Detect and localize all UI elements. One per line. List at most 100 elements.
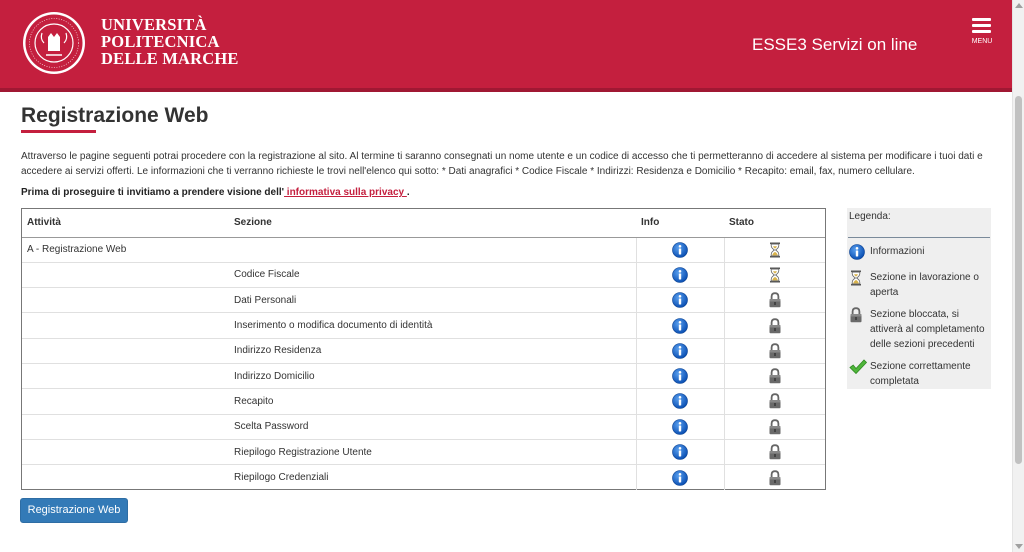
table-row: Dati Personali (22, 287, 825, 313)
university-name-logo[interactable]: UNIVERSITÀ POLITECNICA DELLE MARCHE (101, 16, 239, 67)
cell-info (635, 464, 724, 490)
cell-stato (723, 413, 825, 440)
header-sezione: Sezione (229, 209, 636, 238)
lock-icon (768, 343, 782, 359)
cell-attivita (22, 388, 229, 415)
cell-sezione: Recapito (229, 388, 636, 415)
cell-stato (723, 362, 825, 389)
cell-info (635, 413, 724, 440)
service-title: ESSE3 Servizi on line (752, 35, 918, 54)
privacy-notice: Prima di proseguire ti invitiamo a prend… (21, 187, 410, 198)
privacy-link[interactable]: informativa sulla privacy (284, 187, 407, 198)
cell-stato (723, 464, 825, 490)
university-seal-logo[interactable] (22, 11, 86, 75)
legend-item-text: Sezione correttamente completata (870, 361, 971, 387)
info-icon[interactable] (672, 444, 688, 460)
info-icon[interactable] (672, 368, 688, 384)
legend-item-text: Sezione bloccata, si attiverà al complet… (870, 309, 985, 350)
cell-attivita (22, 464, 229, 490)
header-info: Info (636, 209, 724, 238)
cell-sezione: Indirizzo Residenza (229, 337, 636, 364)
cell-info (635, 438, 724, 465)
privacy-suffix: . (406, 187, 410, 198)
cell-sezione: Riepilogo Registrazione Utente (229, 438, 636, 465)
cell-sezione (229, 236, 636, 263)
cell-attivita (22, 362, 229, 389)
cell-sezione: Codice Fiscale (229, 261, 636, 288)
hamburger-icon-bar (972, 30, 991, 33)
logo-line-3: DELLE MARCHE (101, 49, 239, 68)
site-header: UNIVERSITÀ POLITECNICA DELLE MARCHE ESSE… (0, 0, 1012, 92)
table-row: Indirizzo Domicilio (22, 362, 825, 389)
cell-stato (723, 261, 825, 288)
cell-info (635, 388, 724, 415)
cell-attivita (22, 261, 229, 288)
lock-icon (768, 393, 782, 409)
table-body: A - Registrazione Web Codice Fiscale Dati … (22, 236, 825, 490)
registration-table: Attività Sezione Info Stato A - Registra… (21, 208, 826, 490)
info-icon[interactable] (672, 343, 688, 359)
table-row: Inserimento o modifica documento di iden… (22, 312, 825, 339)
cell-sezione: Inserimento o modifica documento di iden… (229, 312, 636, 339)
hourglass-icon (768, 242, 782, 258)
vertical-scrollbar[interactable] (1012, 0, 1024, 552)
cell-stato (723, 236, 825, 263)
legend-title: Legenda: (848, 210, 990, 238)
table-row: Codice Fiscale (22, 261, 825, 288)
cell-attivita (22, 287, 229, 313)
info-icon[interactable] (672, 267, 688, 283)
privacy-prefix: Prima di proseguire ti invitiamo a prend… (21, 187, 285, 198)
table-row: A - Registrazione Web (22, 236, 825, 263)
table-row: Recapito (22, 388, 825, 415)
cell-stato (723, 438, 825, 465)
registration-web-button[interactable]: Registrazione Web (20, 498, 128, 523)
menu-label: MENU (971, 38, 993, 45)
cell-stato (723, 312, 825, 339)
info-icon[interactable] (672, 241, 688, 258)
hourglass-icon (768, 267, 782, 283)
hamburger-icon-bar (972, 24, 991, 27)
scrollbar-thumb[interactable] (1015, 96, 1022, 464)
logo-line-1: UNIVERSITÀ (101, 15, 207, 34)
cell-stato (723, 287, 825, 313)
hamburger-icon (972, 18, 991, 21)
info-icon[interactable] (672, 393, 688, 410)
info-icon[interactable] (672, 469, 688, 486)
menu-button[interactable]: MENU (968, 16, 996, 48)
legend-panel: Legenda: Informazioni Sezione in lavorazi… (847, 208, 991, 389)
cell-sezione: Riepilogo Credenziali (229, 464, 636, 490)
info-icon[interactable] (672, 292, 688, 309)
cell-sezione: Dati Personali (229, 287, 636, 313)
table-header-row: Attività Sezione Info Stato (22, 209, 825, 238)
table-row: Scelta Password (22, 413, 825, 440)
lock-icon (768, 469, 782, 486)
cell-info (635, 261, 724, 288)
legend-item-text: Informazioni (870, 246, 925, 257)
cell-stato (723, 388, 825, 415)
cell-attivita: A - Registrazione Web (22, 236, 229, 263)
header-attivita: Attività (22, 209, 229, 238)
scroll-up-arrow-icon[interactable] (1015, 3, 1023, 8)
info-icon[interactable] (672, 317, 688, 334)
info-icon[interactable] (672, 418, 688, 435)
lock-icon (768, 419, 782, 435)
logo-line-2: POLITECNICA (101, 32, 220, 51)
page-title: Registrazione Web (21, 104, 209, 127)
lock-icon (768, 292, 782, 308)
legend-item-text: Sezione in lavorazione o aperta (870, 272, 979, 298)
cell-attivita (22, 413, 229, 440)
scroll-down-arrow-icon[interactable] (1015, 544, 1023, 549)
table-row: Riepilogo Credenziali (22, 464, 825, 490)
cell-info (635, 287, 724, 313)
header-stato: Stato (724, 209, 825, 238)
cell-attivita (22, 312, 229, 339)
lock-icon (768, 368, 782, 384)
cell-info (635, 337, 724, 364)
lock-icon (768, 444, 782, 460)
cell-attivita (22, 438, 229, 465)
title-underline (21, 130, 96, 133)
cell-info (635, 362, 724, 389)
table-row: Riepilogo Registrazione Utente (22, 438, 825, 465)
lock-icon (768, 317, 782, 334)
cell-stato (723, 337, 825, 364)
